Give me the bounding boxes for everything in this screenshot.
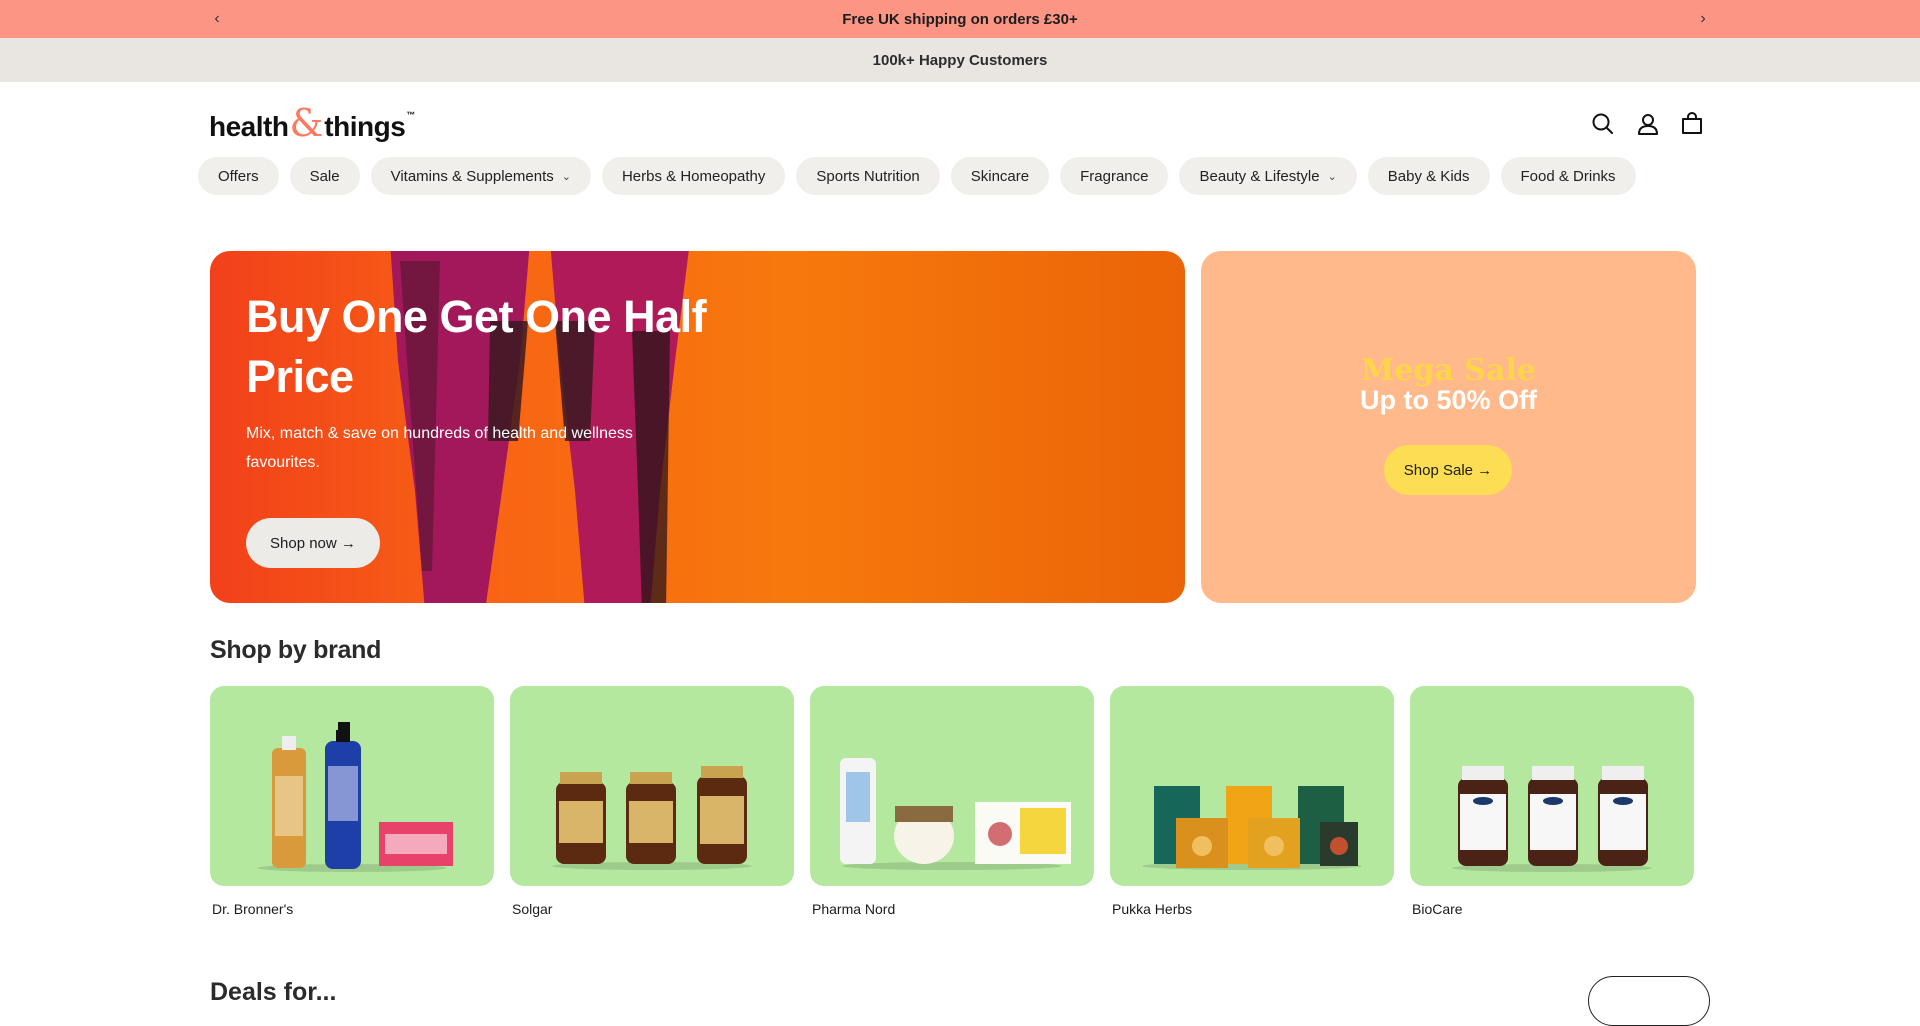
promo-subtitle: Up to 50% Off [1359, 385, 1537, 415]
brand-name: Solgar [512, 901, 553, 917]
nav-item-label: Sports Nutrition [816, 167, 920, 185]
category-nav: Offers Sale Vitamins & Supplements ⌄ Herb… [198, 157, 1636, 195]
brand-card-solgar[interactable]: Solgar [510, 686, 794, 917]
brand-card-dr-bronners[interactable]: Dr. Bronner's [210, 686, 494, 917]
nav-item-sports-nutrition[interactable]: Sports Nutrition [796, 157, 940, 195]
nav-item-label: Food & Drinks [1520, 167, 1616, 185]
brand-image [1410, 686, 1694, 886]
happy-customers-text: 100k+ Happy Customers [872, 51, 1048, 69]
hero-title: Buy One Get One Half Price [246, 291, 707, 402]
nav-item-food-drinks[interactable]: Food & Drinks [1500, 157, 1636, 195]
chevron-down-icon: ⌄ [561, 170, 571, 183]
brand-card-pharma-nord[interactable]: Pharma Nord [810, 686, 1094, 917]
nav-item-label: Beauty & Lifestyle [1199, 167, 1320, 185]
nav-item-sale[interactable]: Sale [289, 157, 360, 195]
chevron-right-icon[interactable]: › [1692, 8, 1714, 30]
brand-name: BioCare [1412, 901, 1463, 917]
shop-now-button[interactable]: Shop now → [246, 518, 380, 568]
promo-title: Mega Sale [1361, 353, 1536, 388]
nav-item-skincare[interactable]: Skincare [950, 157, 1050, 195]
nav-item-label: Skincare [970, 167, 1030, 185]
hero-subtitle: Mix, match & save on hundreds of health … [246, 425, 633, 471]
nav-item-herbs-homeopathy[interactable]: Herbs & Homeopathy [601, 157, 786, 195]
nav-item-fragrance[interactable]: Fragrance [1060, 157, 1169, 195]
brand-name: Pukka Herbs [1112, 901, 1193, 917]
nav-item-label: Vitamins & Supplements [390, 167, 554, 185]
shop-sale-button[interactable]: Shop Sale → [1384, 445, 1512, 495]
logo-ampersand: & [289, 101, 324, 145]
announcement-bar: ‹ Free UK shipping on orders £30+ › [0, 0, 1920, 38]
hero-banner[interactable]: Buy One Get One Half Price Mix, match & … [210, 251, 1185, 603]
chevron-down-icon: ⌄ [1327, 170, 1337, 183]
nav-item-offers[interactable]: Offers [198, 157, 279, 195]
announcement-text: Free UK shipping on orders £30+ [842, 10, 1078, 28]
nav-item-baby-kids[interactable]: Baby & Kids [1367, 157, 1490, 195]
site-logo[interactable]: health & things ™ [209, 104, 415, 144]
search-icon[interactable] [1589, 110, 1617, 138]
nav-item-label: Sale [309, 167, 340, 185]
logo-trademark: ™ [406, 110, 416, 120]
nav-item-label: Herbs & Homeopathy [621, 167, 766, 185]
logo-word-things: things [324, 111, 406, 142]
nav-item-label: Fragrance [1080, 167, 1149, 185]
account-icon[interactable] [1634, 110, 1662, 138]
brand-card-biocare[interactable]: BioCare [1410, 686, 1694, 917]
nav-item-beauty-lifestyle[interactable]: Beauty & Lifestyle ⌄ [1179, 157, 1357, 195]
brand-name: Dr. Bronner's [212, 901, 294, 917]
brand-image [1110, 686, 1394, 886]
mega-sale-banner[interactable]: Mega Sale Up to 50% Off Shop Sale → [1201, 251, 1696, 603]
nav-item-label: Baby & Kids [1387, 167, 1470, 185]
brand-image [510, 686, 794, 886]
cart-icon[interactable] [1678, 110, 1706, 138]
brand-image [810, 686, 1094, 886]
chevron-left-icon[interactable]: ‹ [206, 8, 228, 30]
nav-item-vitamins-supplements[interactable]: Vitamins & Supplements ⌄ [370, 157, 591, 195]
brand-name: Pharma Nord [812, 901, 896, 917]
brand-card-pukka-herbs[interactable]: Pukka Herbs [1110, 686, 1394, 917]
shop-by-brand-title: Shop by brand [210, 636, 382, 664]
happy-customers-bar: 100k+ Happy Customers [0, 38, 1920, 82]
logo-word-health: health [209, 111, 289, 142]
brand-image [210, 686, 494, 886]
nav-item-label: Offers [218, 167, 259, 185]
view-all-button[interactable] [1588, 976, 1710, 1026]
